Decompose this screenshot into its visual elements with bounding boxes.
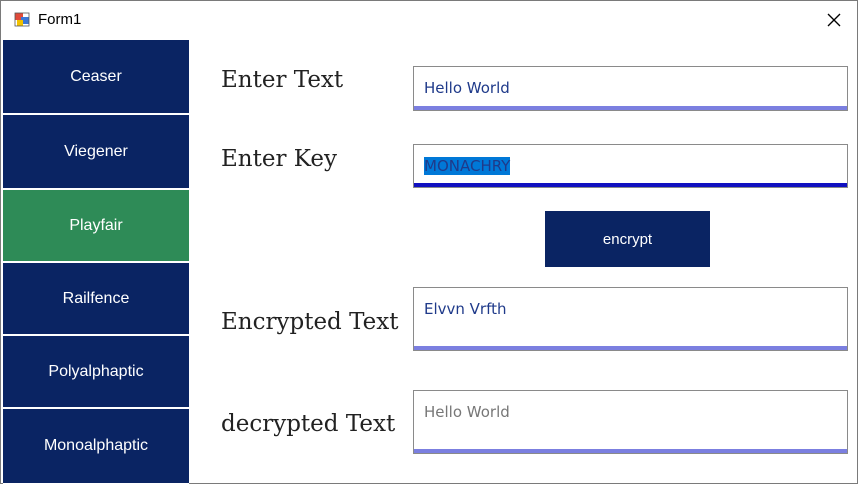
input-underline bbox=[414, 183, 847, 187]
decrypted-text-value: Hello World bbox=[424, 403, 510, 421]
sidebar-item-label: Viegener bbox=[64, 142, 128, 160]
encrypted-text-value: Elvvn Vrfth bbox=[424, 300, 507, 318]
input-underline bbox=[414, 106, 847, 110]
title-bar: Form1 bbox=[1, 1, 857, 39]
close-button[interactable] bbox=[811, 1, 857, 39]
encrypt-button[interactable]: encrypt bbox=[545, 211, 710, 267]
enter-key-label: Enter Key bbox=[221, 146, 337, 172]
window-title: Form1 bbox=[38, 11, 82, 28]
enter-text-label: Enter Text bbox=[221, 67, 344, 93]
sidebar-item-label: Railfence bbox=[62, 289, 130, 307]
sidebar: Ceaser Viegener Playfair Railfence Polya… bbox=[3, 40, 189, 484]
sidebar-item-label: Ceaser bbox=[70, 67, 122, 85]
sidebar-item-label: Monoalphaptic bbox=[43, 437, 149, 454]
sidebar-item-viegener[interactable]: Viegener bbox=[3, 115, 189, 188]
close-icon bbox=[827, 13, 841, 27]
sidebar-item-polyalphaptic[interactable]: Polyalphaptic bbox=[3, 336, 189, 407]
sidebar-item-label: Polyalphaptic bbox=[48, 362, 144, 380]
enter-text-input[interactable]: Hello World bbox=[413, 66, 848, 111]
encrypted-text-label: Encrypted Text bbox=[221, 309, 399, 335]
sidebar-item-monoalphaptic[interactable]: Monoalphaptic bbox=[3, 409, 189, 483]
input-underline bbox=[414, 346, 847, 350]
sidebar-item-label: Playfair bbox=[69, 216, 123, 234]
sidebar-item-playfair[interactable]: Playfair bbox=[3, 190, 189, 261]
sidebar-item-railfence[interactable]: Railfence bbox=[3, 263, 189, 334]
input-underline bbox=[414, 449, 847, 453]
enter-text-value: Hello World bbox=[424, 79, 510, 97]
enter-key-value: MONACHRY bbox=[424, 157, 511, 175]
app-window: Form1 Ceaser Viegener Playfair Railfence… bbox=[0, 0, 858, 484]
app-icon bbox=[14, 12, 30, 28]
enter-key-input[interactable]: MONACHRY bbox=[413, 144, 848, 188]
sidebar-item-ceaser[interactable]: Ceaser bbox=[3, 40, 189, 113]
encrypt-button-label: encrypt bbox=[602, 230, 653, 248]
decrypted-text-output[interactable]: Hello World bbox=[413, 390, 848, 454]
encrypted-text-output[interactable]: Elvvn Vrfth bbox=[413, 287, 848, 351]
decrypted-text-label: decrypted Text bbox=[221, 411, 396, 437]
